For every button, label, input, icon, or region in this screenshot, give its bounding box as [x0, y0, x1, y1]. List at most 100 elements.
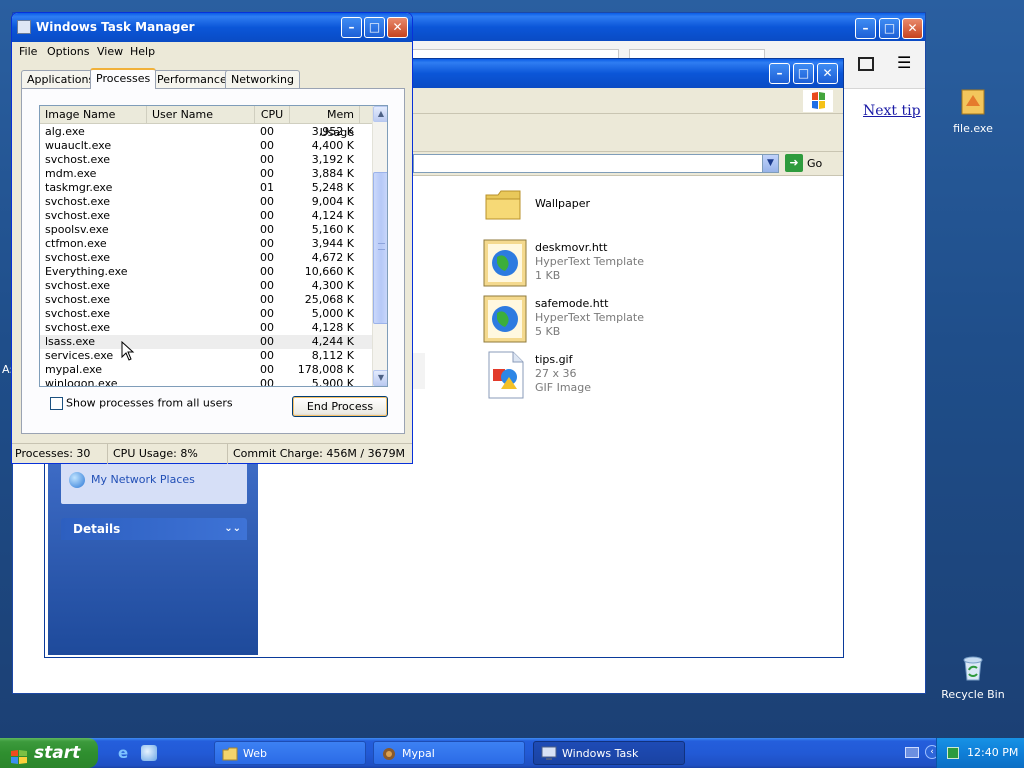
process-name-cell: alg.exe — [45, 125, 85, 138]
scrollbar-thumb[interactable] — [373, 172, 387, 324]
menu-icon[interactable]: ☰ — [897, 55, 911, 71]
scroll-up-icon[interactable]: ▲ — [373, 106, 387, 122]
process-row[interactable]: svchost.exe 00 4,300 K — [40, 279, 372, 293]
mem-usage-cell: 4,300 K — [311, 279, 354, 292]
column-header-image-name[interactable]: Image Name — [40, 106, 147, 124]
process-row[interactable]: taskmgr.exe 01 5,248 K — [40, 181, 372, 195]
maximize-button[interactable]: □ — [364, 17, 385, 38]
process-name-cell: taskmgr.exe — [45, 181, 113, 194]
process-row[interactable]: wuauclt.exe 00 4,400 K — [40, 139, 372, 153]
process-name-cell: services.exe — [45, 349, 114, 362]
process-row[interactable]: alg.exe 00 3,952 K — [40, 125, 372, 139]
tab-performance[interactable]: Performance — [151, 70, 233, 89]
quicklaunch-icon[interactable] — [141, 745, 157, 761]
file-item-safemode[interactable]: safemode.htt HyperText Template 5 KB — [483, 295, 703, 345]
chevron-down-icon[interactable]: ⌄⌄ — [224, 518, 241, 540]
show-all-users-checkbox[interactable]: Show processes from all users — [50, 396, 233, 410]
process-list[interactable]: Image Name User Name CPU Mem Usage alg.e… — [39, 105, 388, 387]
maximize-button[interactable]: □ — [793, 63, 814, 84]
cpu-cell: 00 — [260, 349, 274, 362]
menu-help[interactable]: Help — [130, 45, 155, 58]
mypal-icon — [381, 746, 397, 761]
keyboard-icon[interactable] — [905, 747, 919, 758]
process-row[interactable]: svchost.exe 00 25,068 K — [40, 293, 372, 307]
tray-app-icon[interactable] — [947, 747, 959, 759]
process-row[interactable]: svchost.exe 00 9,004 K — [40, 195, 372, 209]
network-places-link[interactable]: My Network Places — [69, 472, 195, 488]
tab-processes[interactable]: Processes — [90, 68, 157, 89]
mem-usage-cell: 25,068 K — [304, 293, 354, 306]
process-row[interactable]: ctfmon.exe 00 3,944 K — [40, 237, 372, 251]
go-button[interactable]: ➜ Go — [785, 154, 835, 173]
next-tip-link[interactable]: Next tip — [863, 103, 921, 119]
cpu-cell: 01 — [260, 181, 274, 194]
process-name-cell: winlogon.exe — [45, 377, 118, 387]
cpu-cell: 00 — [260, 139, 274, 152]
process-row[interactable]: svchost.exe 00 3,192 K — [40, 153, 372, 167]
cpu-cell: 00 — [260, 363, 274, 376]
end-process-button[interactable]: End Process — [292, 396, 388, 417]
column-header-cpu[interactable]: CPU — [255, 106, 290, 124]
process-row[interactable]: svchost.exe 00 4,128 K — [40, 321, 372, 335]
menu-file[interactable]: File — [19, 45, 37, 58]
menu-view[interactable]: View — [97, 45, 123, 58]
sidebar-toggle-icon[interactable] — [858, 57, 874, 71]
tab-networking[interactable]: Networking — [225, 70, 300, 89]
checkbox-box[interactable] — [50, 396, 63, 410]
address-input[interactable]: ▼ — [413, 154, 779, 173]
task-manager-window: Windows Task Manager – □ ✕ File Options … — [11, 12, 413, 464]
minimize-button[interactable]: – — [341, 17, 362, 38]
internet-explorer-icon[interactable]: e — [118, 745, 134, 761]
process-row[interactable]: svchost.exe 00 4,672 K — [40, 251, 372, 265]
cpu-cell: 00 — [260, 209, 274, 222]
chevron-down-icon[interactable]: ▼ — [762, 155, 778, 172]
process-row[interactable]: winlogon.exe 00 5,900 K — [40, 377, 372, 387]
html-template-icon — [483, 239, 529, 287]
start-button[interactable]: start — [0, 738, 98, 768]
mem-usage-cell: 5,248 K — [311, 181, 354, 194]
details-panel-header[interactable]: Details ⌄⌄ — [61, 518, 247, 540]
process-row[interactable]: mypal.exe 00 178,008 K — [40, 363, 372, 377]
file-item-tips-gif[interactable]: tips.gif 27 x 36 GIF Image — [483, 351, 703, 401]
column-header-user-name[interactable]: User Name — [147, 106, 255, 124]
process-row[interactable]: services.exe 00 8,112 K — [40, 349, 372, 363]
cpu-cell: 00 — [260, 321, 274, 334]
column-header-mem-usage[interactable]: Mem Usage — [290, 106, 360, 139]
mem-usage-cell: 3,192 K — [311, 153, 354, 166]
process-name-cell: mdm.exe — [45, 167, 97, 180]
scroll-down-icon[interactable]: ▼ — [373, 370, 387, 386]
file-item-wallpaper[interactable]: Wallpaper — [483, 185, 703, 235]
task-manager-titlebar[interactable]: Windows Task Manager – □ ✕ — [12, 13, 412, 42]
process-row[interactable]: svchost.exe 00 4,124 K — [40, 209, 372, 223]
processes-panel: Image Name User Name CPU Mem Usage alg.e… — [21, 88, 405, 434]
close-button[interactable]: ✕ — [387, 17, 408, 38]
process-row[interactable]: Everything.exe 00 10,660 K — [40, 265, 372, 279]
file-item-deskmovr[interactable]: deskmovr.htt HyperText Template 1 KB — [483, 239, 703, 289]
vertical-scrollbar[interactable]: ▲ ▼ — [372, 106, 387, 386]
taskbar-button-task-manager[interactable]: Windows Task Manager — [533, 741, 685, 765]
desktop-icon-file-exe[interactable]: file.exe — [938, 86, 1008, 135]
taskbar-button-web[interactable]: Web — [214, 741, 366, 765]
process-row[interactable]: lsass.exe 00 4,244 K — [40, 335, 372, 349]
minimize-button[interactable]: – — [855, 18, 876, 39]
window-title: Windows Task Manager — [36, 20, 195, 34]
process-name-cell: svchost.exe — [45, 293, 111, 306]
close-button[interactable]: ✕ — [902, 18, 923, 39]
mem-usage-cell: 4,400 K — [311, 139, 354, 152]
desktop-icon-label: file.exe — [953, 122, 993, 135]
desktop-icon-recycle-bin[interactable]: Recycle Bin — [938, 652, 1008, 701]
minimize-button[interactable]: – — [769, 63, 790, 84]
menu-options[interactable]: Options — [47, 45, 89, 58]
maximize-button[interactable]: □ — [879, 18, 900, 39]
process-row[interactable]: svchost.exe 00 5,000 K — [40, 307, 372, 321]
taskbar-button-mypal[interactable]: Mypal — [373, 741, 525, 765]
cpu-cell: 00 — [260, 279, 274, 292]
process-row[interactable]: mdm.exe 00 3,884 K — [40, 167, 372, 181]
tab-applications[interactable]: Applications — [21, 70, 101, 89]
process-list-header: Image Name User Name CPU Mem Usage — [40, 106, 372, 139]
process-name-cell: svchost.exe — [45, 279, 111, 292]
cpu-cell: 00 — [260, 377, 274, 387]
close-button[interactable]: ✕ — [817, 63, 838, 84]
process-row[interactable]: spoolsv.exe 00 5,160 K — [40, 223, 372, 237]
taskbar: start e Web Mypal Windows Task Manager ‹… — [0, 738, 1024, 768]
